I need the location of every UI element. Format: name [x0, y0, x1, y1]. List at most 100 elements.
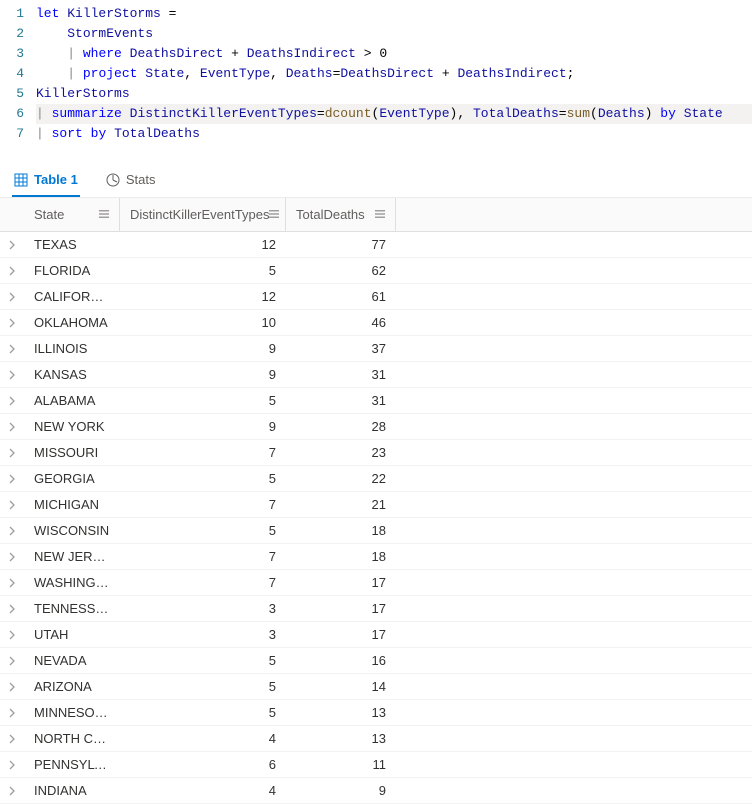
column-header-distinct-types[interactable]: DistinctKillerEventTypes	[120, 198, 286, 231]
code-content[interactable]: | summarize DistinctKillerEventTypes=dco…	[36, 104, 752, 124]
expand-row-icon[interactable]	[0, 240, 24, 250]
expand-row-icon[interactable]	[0, 344, 24, 354]
expand-row-icon[interactable]	[0, 682, 24, 692]
table-row[interactable]: WISCONSIN518	[0, 518, 752, 544]
cell-total-deaths: 61	[286, 289, 396, 304]
expand-row-icon[interactable]	[0, 500, 24, 510]
table-row[interactable]: UTAH317	[0, 622, 752, 648]
table-row[interactable]: ALABAMA531	[0, 388, 752, 414]
cell-state: MISSOURI	[24, 445, 120, 460]
cell-state: GEORGIA	[24, 471, 120, 486]
cell-distinct-types: 5	[120, 263, 286, 278]
expand-row-icon[interactable]	[0, 318, 24, 328]
expand-row-icon[interactable]	[0, 422, 24, 432]
cell-state: NEVADA	[24, 653, 120, 668]
column-header-total-deaths[interactable]: TotalDeaths	[286, 198, 396, 231]
table-row[interactable]: ARIZONA514	[0, 674, 752, 700]
expand-row-icon[interactable]	[0, 396, 24, 406]
cell-state: MICHIGAN	[24, 497, 120, 512]
code-line[interactable]: 4 | project State, EventType, Deaths=Dea…	[0, 64, 752, 84]
tab-table-1[interactable]: Table 1	[12, 162, 80, 197]
table-row[interactable]: NORTH CA...413	[0, 726, 752, 752]
cell-total-deaths: 13	[286, 731, 396, 746]
cell-distinct-types: 9	[120, 367, 286, 382]
table-row[interactable]: CALIFORNIA1261	[0, 284, 752, 310]
expand-row-icon[interactable]	[0, 526, 24, 536]
expand-row-icon[interactable]	[0, 474, 24, 484]
table-row[interactable]: NEVADA516	[0, 648, 752, 674]
line-number: 5	[0, 84, 36, 104]
tab-stats[interactable]: Stats	[104, 162, 158, 197]
cell-state: PENNSYLV...	[24, 757, 120, 772]
cell-total-deaths: 46	[286, 315, 396, 330]
table-row[interactable]: INDIANA49	[0, 778, 752, 804]
code-line[interactable]: 3 | where DeathsDirect + DeathsIndirect …	[0, 44, 752, 64]
cell-distinct-types: 9	[120, 341, 286, 356]
line-number: 2	[0, 24, 36, 44]
cell-state: ALABAMA	[24, 393, 120, 408]
expand-row-icon[interactable]	[0, 734, 24, 744]
code-line[interactable]: 7| sort by TotalDeaths	[0, 124, 752, 144]
code-content[interactable]: | where DeathsDirect + DeathsIndirect > …	[36, 44, 752, 64]
line-number: 4	[0, 64, 36, 84]
cell-distinct-types: 4	[120, 731, 286, 746]
column-menu-icon[interactable]	[269, 207, 279, 222]
cell-total-deaths: 31	[286, 393, 396, 408]
cell-state: NORTH CA...	[24, 731, 120, 746]
code-line[interactable]: 2 StormEvents	[0, 24, 752, 44]
expand-row-icon[interactable]	[0, 370, 24, 380]
table-row[interactable]: MISSOURI723	[0, 440, 752, 466]
stats-icon	[106, 173, 120, 187]
expand-row-icon[interactable]	[0, 786, 24, 796]
cell-distinct-types: 9	[120, 419, 286, 434]
column-menu-icon[interactable]	[375, 207, 385, 222]
code-content[interactable]: KillerStorms	[36, 84, 752, 104]
cell-state: NEW YORK	[24, 419, 120, 434]
table-row[interactable]: NEW YORK928	[0, 414, 752, 440]
results-grid: State DistinctKillerEventTypes TotalDeat…	[0, 198, 752, 804]
table-row[interactable]: WASHINGT...717	[0, 570, 752, 596]
expand-row-icon[interactable]	[0, 578, 24, 588]
expand-row-icon[interactable]	[0, 266, 24, 276]
grid-body: TEXAS1277FLORIDA562CALIFORNIA1261OKLAHOM…	[0, 232, 752, 804]
table-row[interactable]: TENNESSEE317	[0, 596, 752, 622]
table-row[interactable]: NEW JERSEY718	[0, 544, 752, 570]
table-row[interactable]: MINNESOTA513	[0, 700, 752, 726]
code-line[interactable]: 6| summarize DistinctKillerEventTypes=dc…	[0, 104, 752, 124]
cell-total-deaths: 9	[286, 783, 396, 798]
cell-distinct-types: 6	[120, 757, 286, 772]
cell-total-deaths: 21	[286, 497, 396, 512]
expand-row-icon[interactable]	[0, 708, 24, 718]
code-content[interactable]: | project State, EventType, Deaths=Death…	[36, 64, 752, 84]
column-label: TotalDeaths	[296, 207, 365, 222]
code-content[interactable]: | sort by TotalDeaths	[36, 124, 752, 144]
expand-row-icon[interactable]	[0, 630, 24, 640]
cell-total-deaths: 11	[286, 757, 396, 772]
cell-distinct-types: 3	[120, 601, 286, 616]
code-editor[interactable]: 1let KillerStorms =2 StormEvents3 | wher…	[0, 0, 752, 150]
expand-row-icon[interactable]	[0, 552, 24, 562]
cell-state: ARIZONA	[24, 679, 120, 694]
column-menu-icon[interactable]	[99, 207, 109, 222]
cell-total-deaths: 37	[286, 341, 396, 356]
table-row[interactable]: PENNSYLV...611	[0, 752, 752, 778]
table-row[interactable]: KANSAS931	[0, 362, 752, 388]
cell-state: CALIFORNIA	[24, 289, 120, 304]
cell-distinct-types: 5	[120, 653, 286, 668]
table-row[interactable]: OKLAHOMA1046	[0, 310, 752, 336]
code-line[interactable]: 5KillerStorms	[0, 84, 752, 104]
table-row[interactable]: ILLINOIS937	[0, 336, 752, 362]
expand-row-icon[interactable]	[0, 760, 24, 770]
expand-row-icon[interactable]	[0, 292, 24, 302]
table-row[interactable]: MICHIGAN721	[0, 492, 752, 518]
table-row[interactable]: TEXAS1277	[0, 232, 752, 258]
expand-row-icon[interactable]	[0, 448, 24, 458]
column-header-state[interactable]: State	[24, 198, 120, 231]
code-content[interactable]: let KillerStorms =	[36, 4, 752, 24]
table-row[interactable]: FLORIDA562	[0, 258, 752, 284]
code-line[interactable]: 1let KillerStorms =	[0, 4, 752, 24]
code-content[interactable]: StormEvents	[36, 24, 752, 44]
expand-row-icon[interactable]	[0, 604, 24, 614]
table-row[interactable]: GEORGIA522	[0, 466, 752, 492]
expand-row-icon[interactable]	[0, 656, 24, 666]
